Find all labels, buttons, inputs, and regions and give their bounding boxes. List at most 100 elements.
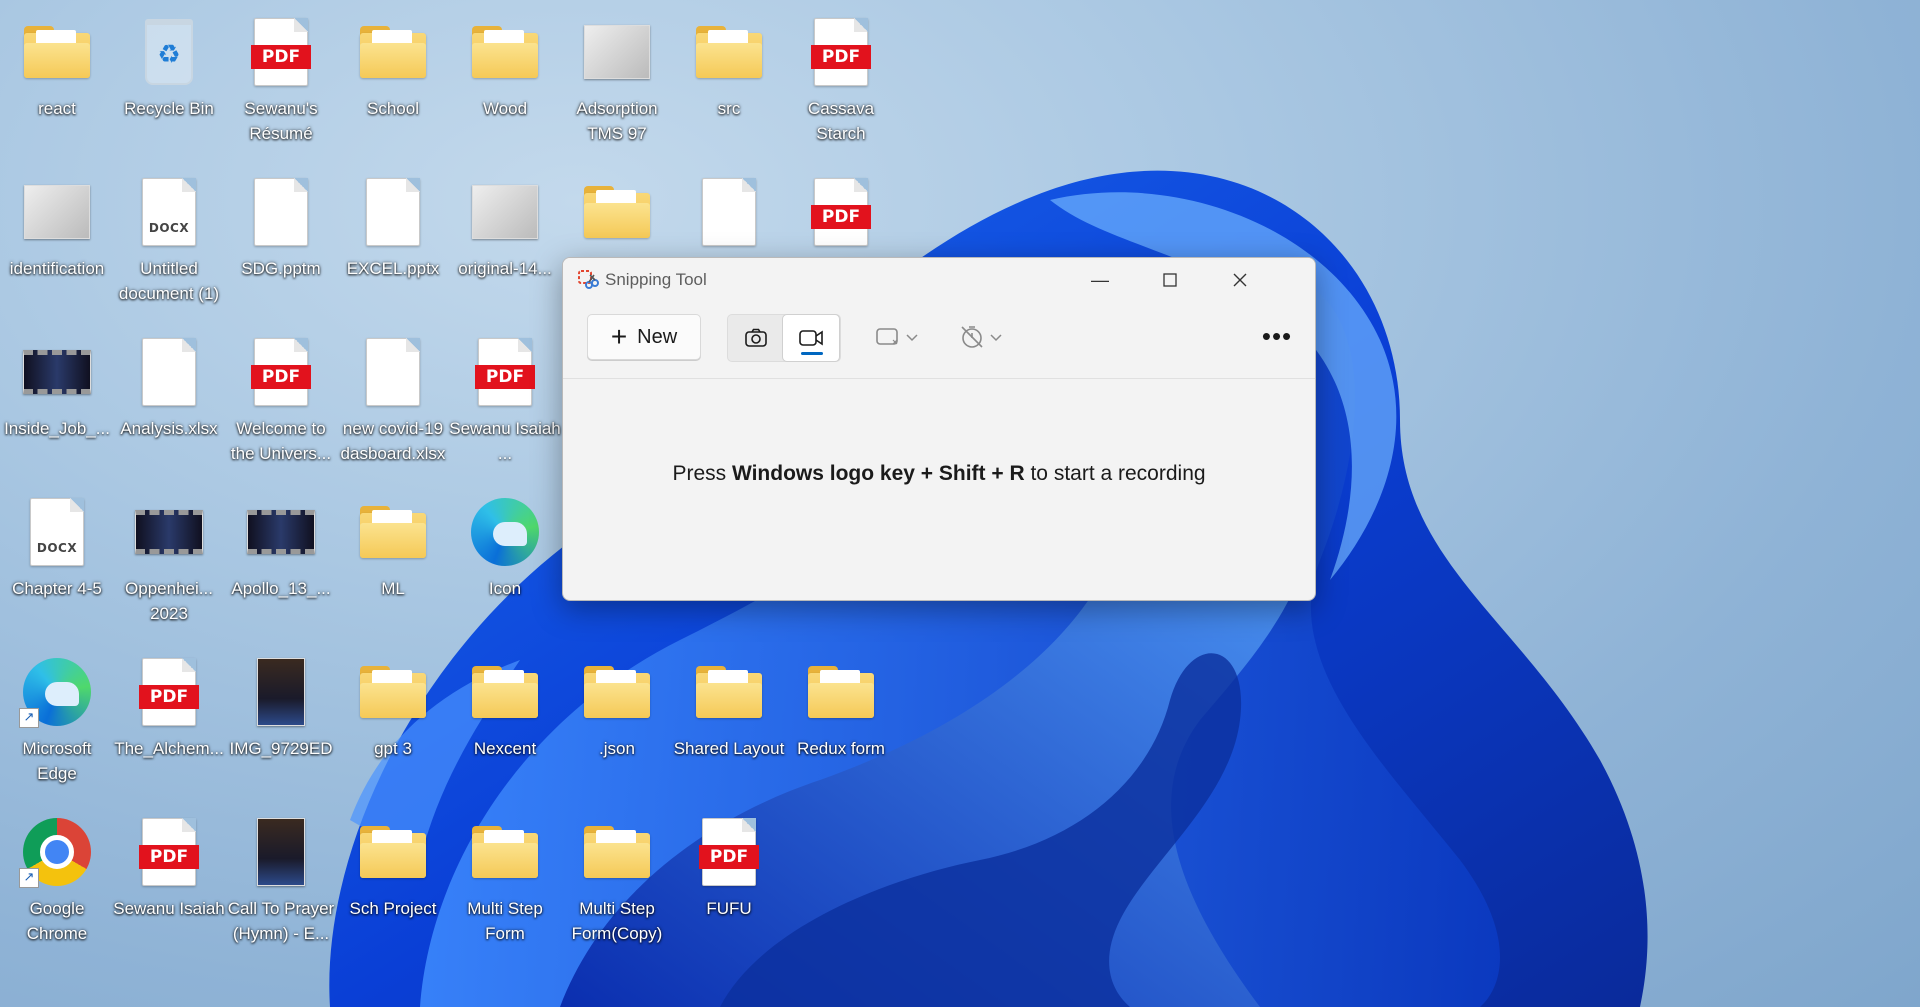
desktop-icon-label: Oppenhei... 2023 xyxy=(125,579,213,623)
desktop-icon-label: Sewanu's Résumé xyxy=(244,99,318,143)
desktop-icon-welcome-to-the-univers[interactable]: PDF Welcome to the Univers... xyxy=(226,326,336,476)
desktop-icon-fufu[interactable]: PDF FUFU xyxy=(674,806,784,956)
desktop-icon-label: Sewanu Isaiah xyxy=(113,899,225,918)
desktop-icon-sewanu-isaiah[interactable]: PDF Sewanu Isaiah ... xyxy=(449,326,561,476)
file-icon xyxy=(691,174,767,250)
desktop-icon-label: Shared Layout xyxy=(673,739,785,758)
chevron-down-icon xyxy=(990,334,1002,342)
desktop-icon-label: Recycle Bin xyxy=(124,99,214,118)
docx-icon: DOCX xyxy=(131,174,207,250)
desktop-icon-label: Adsorption TMS 97 xyxy=(576,99,658,143)
folder-icon xyxy=(355,14,431,90)
snipping-tool-icon xyxy=(577,269,599,291)
more-options-button[interactable]: ••• xyxy=(1257,316,1297,356)
folder-icon xyxy=(691,14,767,90)
pdf-icon: PDF xyxy=(467,334,543,410)
desktop-icon-icon[interactable]: Icon xyxy=(450,486,560,636)
desktop-icon-nexcent[interactable]: Nexcent xyxy=(450,646,560,796)
desktop-icon-original-14[interactable]: original-14... xyxy=(450,166,560,316)
capture-area: Press Windows logo key + Shift + R to st… xyxy=(563,379,1315,599)
desktop-icon-the-alchem[interactable]: PDF The_Alchem... xyxy=(114,646,224,796)
desktop-icon-excel-pptx[interactable]: EXCEL.pptx xyxy=(338,166,448,316)
desktop-icon-label: IMG_9729ED xyxy=(229,739,333,758)
desktop-icon-label: Wood xyxy=(482,99,528,118)
desktop-icon-label: Google Chrome xyxy=(26,899,88,943)
desktop-icon-ml[interactable]: ML xyxy=(338,486,448,636)
desktop-icon-sewanu-s-r-sum[interactable]: PDF Sewanu's Résumé xyxy=(226,6,336,156)
desktop-icon-identification[interactable]: identification xyxy=(2,166,112,316)
desktop-icon-multi-step-form[interactable]: Multi Step Form xyxy=(450,806,560,956)
folder-icon xyxy=(467,654,543,730)
desktop-icon-gpt-3[interactable]: gpt 3 xyxy=(338,646,448,796)
video-icon xyxy=(19,334,95,410)
desktop-icon-new-covid-19-dasboard-xlsx[interactable]: new covid-19 dasboard.xlsx xyxy=(338,326,448,476)
camera-icon xyxy=(744,328,767,347)
desktop-icon-label: Apollo_13_... xyxy=(231,579,331,598)
title-bar[interactable]: Snipping Tool — xyxy=(563,258,1315,302)
desktop-icon-chapter-4-5[interactable]: DOCX Chapter 4-5 xyxy=(2,486,112,636)
desktop-icon-sch-project[interactable]: Sch Project xyxy=(338,806,448,956)
recording-hint: Press Windows logo key + Shift + R to st… xyxy=(672,462,1205,486)
pdf-icon: PDF xyxy=(803,174,879,250)
desktop-icon-label: Sewanu Isaiah ... xyxy=(449,419,561,463)
folder-icon xyxy=(467,14,543,90)
desktop-icon-google-chrome[interactable]: ↗ Google Chrome xyxy=(2,806,112,956)
edge-icon: ↗ xyxy=(19,654,95,730)
folder-icon xyxy=(579,654,655,730)
video-mode-button[interactable] xyxy=(782,314,840,362)
close-icon xyxy=(1233,273,1247,287)
desktop-icon-sdg-pptm[interactable]: SDG.pptm xyxy=(226,166,336,316)
close-button[interactable] xyxy=(1205,258,1275,302)
desktop-icon-redux-form[interactable]: Redux form xyxy=(786,646,896,796)
desktop-icon-sewanu-isaiah[interactable]: PDF Sewanu Isaiah xyxy=(113,806,225,956)
delay-dropdown[interactable] xyxy=(959,314,1003,360)
desktop-icon-img-9729ed[interactable]: IMG_9729ED xyxy=(226,646,336,796)
desktop-icon-label: identification xyxy=(9,259,105,278)
desktop-icon-label: Nexcent xyxy=(473,739,537,758)
minimize-button[interactable]: — xyxy=(1065,258,1135,302)
edge-icon xyxy=(467,494,543,570)
pdf-icon: PDF xyxy=(131,654,207,730)
desktop-icon-inside-job[interactable]: Inside_Job_... xyxy=(2,326,112,476)
hint-shortcut: Windows logo key + Shift + R xyxy=(731,462,1025,485)
desktop-icon-oppenhei-2023[interactable]: Oppenhei... 2023 xyxy=(114,486,224,636)
desktop-icon-multi-step-form-copy[interactable]: Multi Step Form(Copy) xyxy=(562,806,672,956)
desktop-icon-call-to-prayer-hymn-e[interactable]: Call To Prayer (Hymn) - E... xyxy=(226,806,336,956)
screenshot-mode-button[interactable] xyxy=(728,315,783,361)
desktop-icon-label: react xyxy=(38,99,76,118)
video-icon xyxy=(243,494,319,570)
pdf-icon: PDF xyxy=(131,814,207,890)
desktop-icon-src[interactable]: src xyxy=(674,6,784,156)
desktop-icon-shared-layout[interactable]: Shared Layout xyxy=(674,646,784,796)
desktop-icon-label: Microsoft Edge xyxy=(22,739,92,783)
desktop-icon-label: The_Alchem... xyxy=(114,739,224,758)
desktop-icon-label: Call To Prayer (Hymn) - E... xyxy=(227,899,335,943)
desktop-icon-json[interactable]: .json xyxy=(562,646,672,796)
desktop-icon-label: Icon xyxy=(488,579,522,598)
new-button-label: New xyxy=(637,325,678,348)
maximize-button[interactable] xyxy=(1135,258,1205,302)
desktop-icon-apollo-13[interactable]: Apollo_13_... xyxy=(226,486,336,636)
desktop-icon-school[interactable]: School xyxy=(338,6,448,156)
folder-icon xyxy=(579,814,655,890)
toolbar: + New ••• xyxy=(563,302,1315,379)
hint-prefix: Press xyxy=(672,462,732,485)
desktop-icon-label: Redux form xyxy=(797,739,885,758)
snip-shape-dropdown[interactable] xyxy=(875,314,919,360)
shortcut-arrow-icon: ↗ xyxy=(19,708,39,728)
desktop-icon-cassava-starch[interactable]: PDF Cassava Starch xyxy=(786,6,896,156)
folder-icon xyxy=(355,654,431,730)
desktop-icon-adsorption-tms-97[interactable]: Adsorption TMS 97 xyxy=(562,6,672,156)
desktop-icon-recycle-bin[interactable]: ♻ Recycle Bin xyxy=(114,6,224,156)
desktop-icon-microsoft-edge[interactable]: ↗ Microsoft Edge xyxy=(2,646,112,796)
desktop-icon-wood[interactable]: Wood xyxy=(450,6,560,156)
desktop-icon-untitled-document-1[interactable]: DOCX Untitled document (1) xyxy=(114,166,224,316)
new-button[interactable]: + New xyxy=(587,314,701,360)
desktop-icon-react[interactable]: react xyxy=(2,6,112,156)
image-thumbnail-icon xyxy=(467,174,543,250)
desktop-icon-analysis-xlsx[interactable]: Analysis.xlsx xyxy=(114,326,224,476)
desktop-icon-label: Cassava Starch xyxy=(807,99,875,143)
recycle-bin-icon: ♻ xyxy=(131,14,207,90)
pdf-icon: PDF xyxy=(803,14,879,90)
desktop-icon-label: EXCEL.pptx xyxy=(346,259,440,278)
